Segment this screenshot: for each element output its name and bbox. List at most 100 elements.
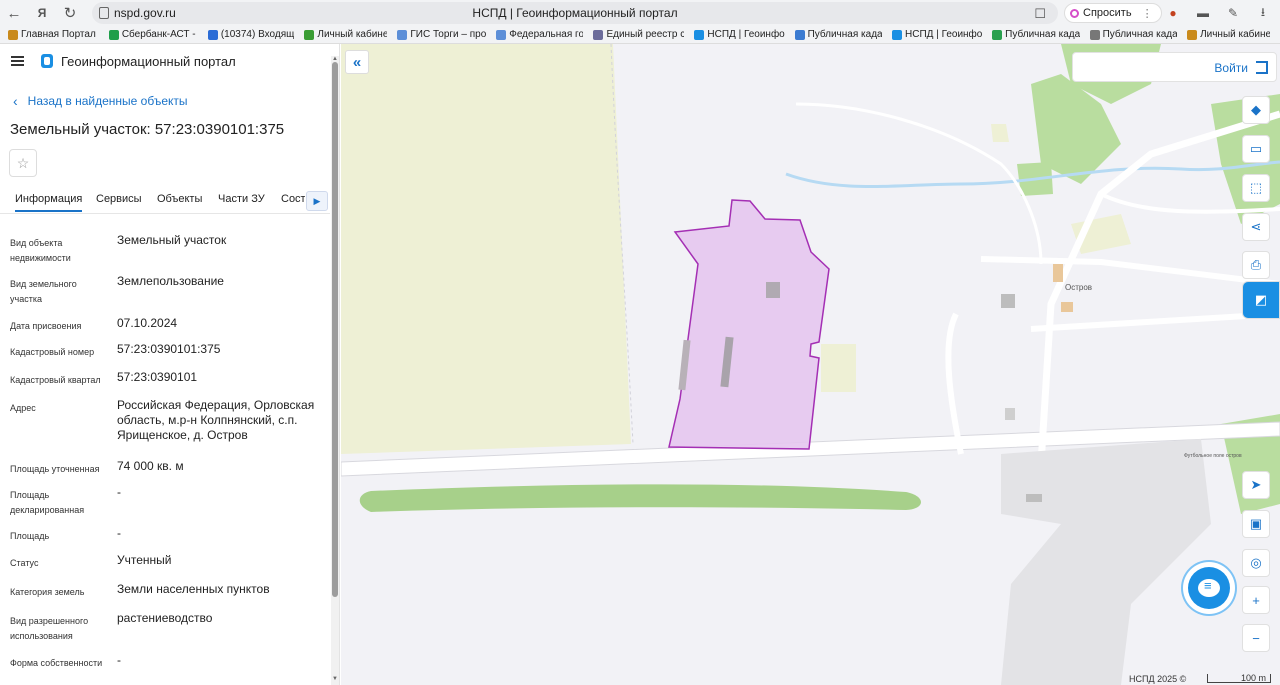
scrollbar-thumb[interactable] (332, 62, 338, 597)
building (1061, 302, 1073, 312)
field-area (341, 44, 631, 454)
bookmark-item[interactable]: Главная Портал З (8, 29, 99, 40)
property-label: Площадь декларированная (10, 490, 85, 515)
more-icon[interactable]: ⋮ (1142, 7, 1153, 20)
property-value: - (117, 485, 121, 499)
select-area-icon[interactable]: ⬚ (1242, 174, 1270, 202)
building (1001, 294, 1015, 308)
edit-icon[interactable]: ✎ (1224, 4, 1242, 22)
tab-parts[interactable]: Части ЗУ (218, 193, 265, 205)
bookmark-item[interactable]: Публичная кадас (794, 29, 882, 40)
object-title: Земельный участок: 57:23:0390101:375 (10, 121, 285, 138)
property-value: Учтенный (117, 553, 172, 567)
map-canvas[interactable]: Остров Футбольное поле остров (341, 44, 1280, 685)
geo-icon[interactable]: ◎ (1242, 549, 1270, 577)
bookmark-item[interactable]: ГИС Торги – прод (397, 29, 486, 40)
building (1026, 494, 1042, 502)
bookmark-favicon-icon (496, 29, 507, 40)
bookmark-item[interactable]: Публичная кадас (992, 29, 1080, 40)
property-value: 57:23:0390101 (117, 370, 198, 384)
bookmark-item[interactable]: Единый реестр су (593, 29, 684, 40)
bookmark-item[interactable]: Личный кабинет (1187, 29, 1270, 40)
portal-logo-icon (41, 54, 53, 68)
alice-icon (1070, 9, 1079, 18)
building (766, 282, 780, 298)
bookmark-favicon-icon (694, 29, 705, 40)
bookmark-label: Сбербанк-АСТ - э (121, 29, 198, 40)
minimap-icon[interactable]: ▣ (1242, 510, 1270, 538)
tab-composition[interactable]: Соста (281, 193, 305, 205)
collapse-sidebar-icon[interactable]: « (345, 50, 369, 74)
bookmark-label: Главная Портал З (21, 29, 99, 40)
field-area (821, 344, 856, 392)
selected-parcel[interactable] (668, 199, 830, 450)
bookmark-favicon-icon (8, 29, 18, 40)
property-label: Форма собственности (10, 658, 103, 668)
property-value: Земельный участок (117, 233, 227, 247)
bookmark-favicon-icon (593, 29, 604, 40)
bookmark-favicon-icon (108, 29, 119, 40)
layers-icon[interactable]: ◆ (1242, 96, 1270, 124)
bookmark-label: Личный кабинет (317, 29, 388, 40)
cadastre-icon[interactable]: ◩ (1242, 281, 1280, 319)
wallet-icon[interactable]: ▬ (1194, 4, 1212, 22)
bookmark-favicon-icon (892, 29, 903, 40)
ruler-icon[interactable]: ▭ (1242, 135, 1270, 163)
bookmark-item[interactable]: Федеральная гос (496, 29, 583, 40)
locate-icon[interactable]: ➤ (1242, 471, 1270, 499)
property-label: Вид земельного участка (10, 279, 77, 304)
back-to-results-link[interactable]: ‹ Назад в найденные объекты (13, 93, 188, 109)
property-label: Дата присвоения (10, 321, 82, 331)
bookmark-favicon-icon (1089, 29, 1100, 40)
bookmark-item[interactable]: НСПД | Геоинфор (892, 29, 982, 40)
bookmark-icon[interactable]: ☐ (1034, 6, 1046, 22)
tabs-scroll-right-icon[interactable]: ▶ (306, 191, 328, 211)
property-label: Вид разрешенного использования (10, 616, 89, 641)
lock-icon (99, 7, 109, 19)
bookmark-label: НСПД | Геоинфор (707, 29, 785, 40)
sidebar-scrollbar[interactable]: ▲ ▼ (331, 56, 339, 685)
scroll-down-icon[interactable]: ▼ (331, 676, 339, 682)
chevron-left-icon: ‹ (13, 93, 18, 109)
property-value: Землепользование (117, 274, 224, 288)
download-icon[interactable]: ⭳ (1254, 4, 1272, 22)
address-bar[interactable]: nspd.gov.ru НСПД | Геоинформационный пор… (92, 2, 1058, 24)
reload-icon[interactable]: ↻ (56, 1, 84, 25)
bookmark-item[interactable]: Личный кабинет (304, 29, 387, 40)
ask-button-label: Спросить (1083, 7, 1132, 19)
zoom-out-icon[interactable]: − (1242, 624, 1270, 652)
tab-objects[interactable]: Объекты (157, 193, 202, 205)
zoom-in-icon[interactable]: + (1242, 586, 1270, 614)
field-area (991, 124, 1009, 142)
bookmark-favicon-icon (1187, 29, 1198, 40)
property-label: Площадь (10, 531, 50, 541)
bookmark-favicon-icon (304, 29, 315, 40)
bookmark-item[interactable]: (10374) Входящи (207, 29, 295, 40)
map-view[interactable]: Остров Футбольное поле остров « Войти ◆ … (341, 44, 1280, 685)
property-value: Российская Федерация, Орловская область,… (117, 398, 315, 442)
object-tabs: Информация Сервисы Объекты Части ЗУ Сост… (0, 188, 330, 214)
village-label: Остров (1065, 283, 1092, 292)
property-label: Кадастровый номер (10, 347, 95, 357)
chat-button[interactable] (1188, 567, 1230, 609)
bookmark-label: (10374) Входящи (220, 29, 295, 40)
ask-button[interactable]: Спросить ⋮ (1064, 3, 1162, 23)
bookmark-item[interactable]: НСПД | Геоинфор (694, 29, 785, 40)
tab-info[interactable]: Информация (15, 193, 83, 212)
bookmark-item[interactable]: Публичная кадас (1089, 29, 1177, 40)
bookmark-item[interactable]: Сбербанк-АСТ - э (108, 29, 198, 40)
login-bar[interactable]: Войти (1072, 52, 1277, 82)
back-link-label: Назад в найденные объекты (27, 94, 188, 108)
yandex-icon[interactable]: Я (28, 1, 56, 25)
favorite-star-icon[interactable]: ☆ (9, 149, 37, 177)
tab-services[interactable]: Сервисы (96, 193, 142, 205)
property-value: - (117, 653, 121, 667)
bookmark-label: Единый реестр су (606, 29, 685, 40)
extension-icon[interactable]: ● (1164, 4, 1182, 22)
property-label: Статус (10, 558, 39, 568)
menu-icon[interactable] (11, 56, 24, 66)
browser-toolbar: ← Я ↻ nspd.gov.ru НСПД | Геоинформационн… (0, 0, 1280, 26)
back-arrow-icon[interactable]: ← (0, 1, 28, 25)
share-icon[interactable]: ⋖ (1242, 213, 1270, 241)
print-icon[interactable]: ⎙ (1242, 251, 1270, 279)
